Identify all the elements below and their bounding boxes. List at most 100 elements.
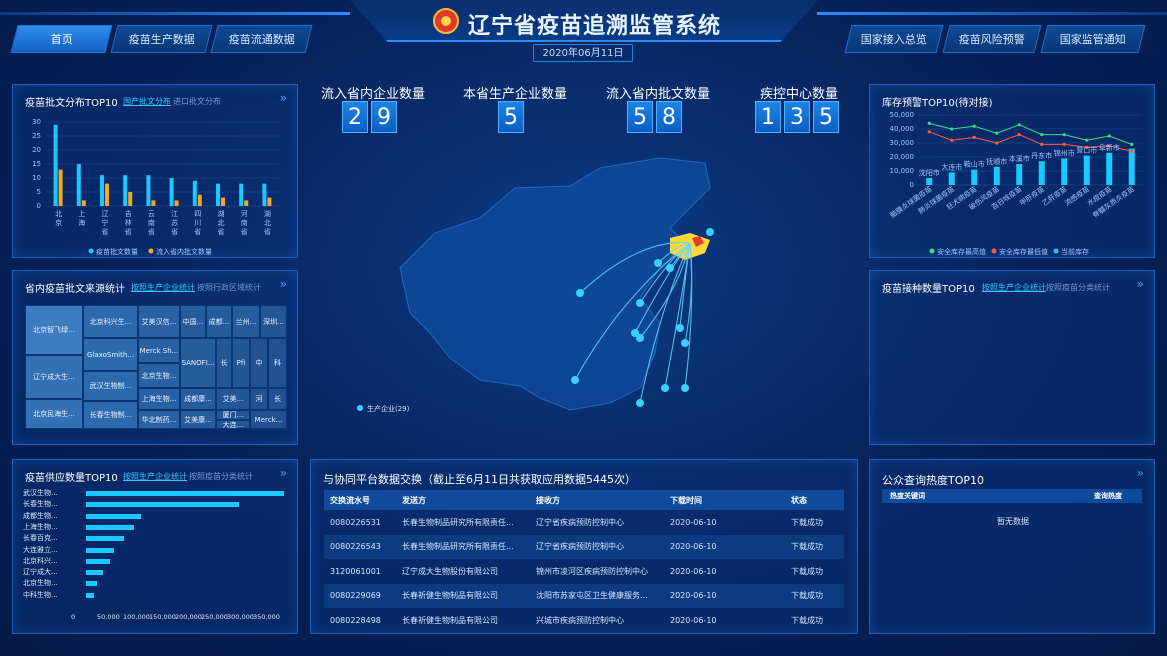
treemap-cell: 兰州...	[232, 305, 260, 338]
treemap-cell: 艾美汉信...	[138, 305, 180, 338]
legend-dot	[1053, 248, 1059, 254]
tab-domestic-batches[interactable]: 国产批文分布	[123, 96, 171, 107]
tab-by-category[interactable]: 按照疫苗分类统计	[189, 471, 253, 482]
stock-bar	[993, 166, 1000, 185]
city-label: 锦州市	[1054, 148, 1075, 157]
stock-bar	[1038, 161, 1045, 185]
treemap-cell: 艾美康...	[180, 410, 216, 429]
stock-bar	[1128, 148, 1135, 185]
table-cell: 锦州市凌河区疾病预防控制中心	[536, 566, 648, 576]
legend-dot	[148, 248, 154, 254]
supply-row-label: 北京生物...	[23, 579, 58, 588]
x-tick-label: 湖	[218, 209, 225, 218]
stock-bar	[926, 178, 933, 185]
panel-title: 疫苗供应数量TOP10	[25, 473, 118, 484]
y-tick-label: 40,000	[890, 125, 915, 133]
treemap-cell: 成都康...	[180, 388, 216, 410]
treemap-cell: 大连...	[216, 420, 250, 429]
expand-icon[interactable]: »	[1137, 466, 1144, 480]
y-tick-label: 25	[32, 132, 41, 140]
stock-point	[950, 127, 954, 131]
x-tick-label: 海	[78, 218, 85, 227]
x-tick-label: 北	[55, 210, 62, 218]
stock-point	[972, 124, 976, 128]
tab-by-manufacturer[interactable]: 按照生产企业统计	[123, 471, 187, 482]
page-title: 辽宁省疫苗追溯监管系统	[468, 14, 722, 39]
table-cell: 沈阳市苏家屯区卫生健康服务...	[536, 591, 648, 601]
bar	[146, 175, 151, 206]
bar	[244, 200, 249, 206]
table-row[interactable]: 3120061001 辽宁成大生物股份有限公司 锦州市凌河区疾病预防控制中心 2020…	[324, 559, 844, 584]
city-label: 丹东市	[1031, 151, 1052, 160]
y-tick-label: 20	[32, 146, 41, 154]
treemap-cell: 北京生物...	[138, 363, 180, 388]
bar	[53, 124, 58, 206]
x-tick-label: 300,000	[227, 613, 254, 621]
legend-dot	[88, 248, 94, 254]
tab-national-notice[interactable]: 国家监管通知	[1040, 25, 1146, 53]
supply-row-label: 成都生物...	[23, 511, 58, 520]
stock-point	[972, 135, 976, 139]
treemap-cell: Pfi	[232, 338, 250, 388]
bar	[100, 175, 104, 206]
bar	[197, 194, 202, 206]
china-flow-map: 生产企业(29)	[357, 157, 714, 413]
supply-bar	[86, 558, 110, 564]
supply-bar	[86, 524, 135, 530]
col-keyword: 热度关键词	[890, 492, 925, 500]
panel-title: 疫苗接种数量TOP10	[882, 284, 975, 295]
stat-label: 流入省内批文数量	[606, 87, 711, 102]
expand-icon[interactable]: »	[280, 466, 287, 480]
stat-digit: 5	[498, 101, 524, 133]
bar	[239, 183, 244, 206]
tab-national-overview[interactable]: 国家接入总览	[844, 25, 944, 53]
stat-digit: 8	[656, 101, 682, 133]
x-tick-label: 四	[194, 210, 201, 218]
supply-row-label: 北京科兴...	[23, 556, 58, 565]
header-line-right	[817, 12, 1167, 15]
x-tick-label: 省	[148, 227, 155, 236]
tab-production[interactable]: 疫苗生产数据	[110, 25, 213, 53]
table-cell: 下载成功	[791, 615, 823, 625]
x-tick-label: 川	[194, 219, 201, 227]
batch-distribution-panel: 疫苗批文分布TOP10 国产批文分布 进口批文分布 » 0 5 10 15 20 25 30…	[12, 84, 298, 258]
table-cell: 2020-06-10	[670, 542, 717, 552]
x-tick-label: 北	[218, 219, 225, 227]
tab-by-manufacturer[interactable]: 按照生产企业统计	[982, 282, 1046, 293]
treemap-cell: Merck...	[250, 410, 287, 429]
expand-icon[interactable]: »	[1137, 277, 1144, 291]
stat-digit: 9	[371, 101, 397, 133]
tab-imported-batches[interactable]: 进口批文分布	[173, 96, 221, 107]
tab-by-region[interactable]: 按照行政区域统计	[197, 282, 261, 293]
bar	[262, 183, 267, 206]
tab-home[interactable]: 首页	[10, 25, 113, 53]
table-cell: 下载成功	[791, 566, 823, 576]
city-label: 营口市	[1076, 146, 1097, 155]
table-cell: 3120061001	[330, 566, 381, 576]
table-row[interactable]: 0080226531 长春生物制品研究所有限责任... 辽宁省疾病预防控制中心 202…	[324, 510, 844, 535]
x-tick-label: 省	[125, 227, 132, 236]
expand-icon[interactable]: »	[280, 277, 287, 291]
table-row[interactable]: 0080229069 长春祈健生物制品有限公司 沈阳市苏家屯区卫生健康服务... 20…	[324, 583, 844, 608]
x-tick-label: 南	[148, 218, 155, 227]
y-tick-label: 15	[32, 160, 41, 168]
tab-risk-warning[interactable]: 疫苗风险预警	[942, 25, 1042, 53]
expand-icon[interactable]: »	[280, 91, 287, 105]
x-tick-label: 流感疫苗	[1063, 184, 1091, 207]
panel-title: 公众查询热度TOP10	[882, 474, 985, 487]
source-panel: 省内疫苗批文来源统计 按照生产企业统计 按照行政区域统计 » 北京智飞绿... 北…	[12, 270, 298, 445]
legend-label: 流入省内批文数量	[156, 247, 212, 256]
tab-by-category[interactable]: 按照疫苗分类统计	[1046, 282, 1110, 293]
stock-point	[995, 131, 999, 135]
treemap-cell: Merck Sh...	[138, 338, 180, 363]
legend-label: 疫苗批文数量	[96, 247, 138, 256]
table-cell: 2020-06-10	[670, 615, 717, 625]
bar	[76, 164, 81, 206]
tab-by-manufacturer[interactable]: 按照生产企业统计	[131, 282, 195, 293]
tab-circulation[interactable]: 疫苗流通数据	[210, 25, 313, 53]
table-row[interactable]: 0080228498 长春祈健生物制品有限公司 兴城市疾病预防控制中心 2020-06…	[324, 608, 844, 633]
y-tick-label: 20,000	[890, 153, 915, 161]
map-legend-dot	[357, 405, 363, 411]
treemap-cell: 上海生物...	[138, 388, 180, 410]
table-row[interactable]: 0080226543 长春生物制品研究所有限责任... 辽宁省疾病预防控制中心 202…	[324, 534, 844, 559]
